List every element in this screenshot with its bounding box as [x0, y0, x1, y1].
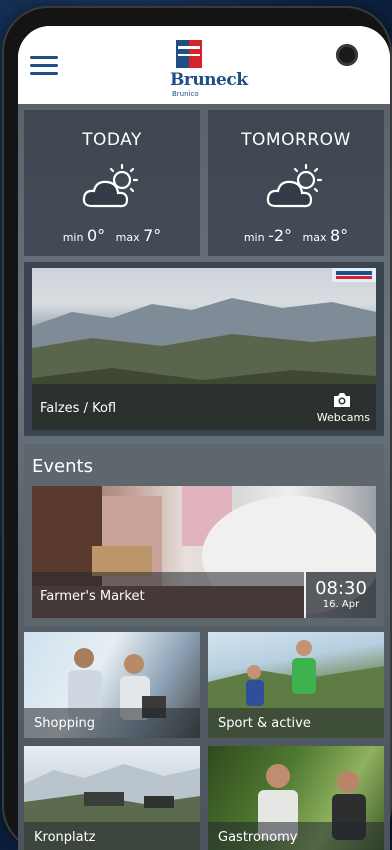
weather-tomorrow-title: TOMORROW	[241, 130, 351, 150]
min-label: min	[243, 231, 265, 244]
logo-text: Bruneck	[170, 70, 248, 90]
weather-card-today[interactable]: TODAY min 0° max 7°	[24, 110, 200, 256]
camera-icon	[334, 393, 350, 407]
logo-subtext: Brunico	[172, 90, 199, 98]
partly-cloudy-icon	[266, 163, 323, 208]
event-datetime: 08:30 16. Apr	[306, 572, 376, 618]
weather-forecast: TODAY min 0° max 7° TOMORROW min -2° max…	[24, 110, 384, 256]
max-temperature: 7°	[143, 226, 162, 245]
logo-emblem-icon	[176, 40, 202, 68]
app-screen: Bruneck Brunico TODAY min 0° max 7° TOMO…	[18, 26, 390, 850]
dashboard-content: TODAY min 0° max 7° TOMORROW min -2° max…	[18, 104, 390, 850]
tile-label: Sport & active	[208, 708, 384, 738]
event-card[interactable]: Farmer's Market 08:30 16. Apr	[32, 486, 376, 618]
event-name: Farmer's Market	[40, 589, 145, 604]
max-temperature: 8°	[329, 226, 349, 245]
webcam-card[interactable]: Falzes / Kofl Webcams	[24, 262, 384, 436]
front-camera-icon	[336, 44, 358, 66]
tile-shopping[interactable]: Shopping	[24, 632, 200, 738]
tile-label: Shopping	[24, 708, 200, 738]
weather-tomorrow-temps: min -2° max 8°	[208, 226, 384, 245]
min-temperature: 0°	[86, 226, 106, 245]
tile-label: Kronplatz	[24, 822, 200, 850]
events-section: Events Farmer's Market 08:30 16. Apr	[24, 444, 384, 626]
weather-today-temps: min 0° max 7°	[24, 226, 200, 245]
event-time: 08:30	[315, 578, 367, 599]
tile-sport-active[interactable]: Sport & active	[208, 632, 384, 738]
max-label: max	[115, 231, 140, 244]
app-header: Bruneck Brunico	[18, 26, 390, 104]
event-date: 16. Apr	[322, 599, 360, 610]
webcams-label: Webcams	[316, 411, 370, 424]
phone-frame: Bruneck Brunico TODAY min 0° max 7° TOMO…	[4, 8, 390, 850]
max-label: max	[302, 231, 327, 244]
tile-gastronomy[interactable]: Gastronomy	[208, 746, 384, 850]
partly-cloudy-icon	[82, 163, 139, 208]
weather-today-title: TODAY	[82, 130, 142, 150]
min-temperature: -2°	[268, 226, 293, 245]
tile-kronplatz[interactable]: Kronplatz	[24, 746, 200, 850]
events-title: Events	[32, 456, 93, 477]
weather-card-tomorrow[interactable]: TOMORROW min -2° max 8°	[208, 110, 384, 256]
webcam-location: Falzes / Kofl	[40, 401, 117, 416]
webcam-image[interactable]: Falzes / Kofl Webcams	[32, 268, 376, 430]
bruneck-logo[interactable]: Bruneck Brunico	[170, 40, 248, 98]
hamburger-menu-icon[interactable]	[30, 56, 58, 76]
tile-label: Gastronomy	[208, 822, 384, 850]
min-label: min	[62, 231, 84, 244]
